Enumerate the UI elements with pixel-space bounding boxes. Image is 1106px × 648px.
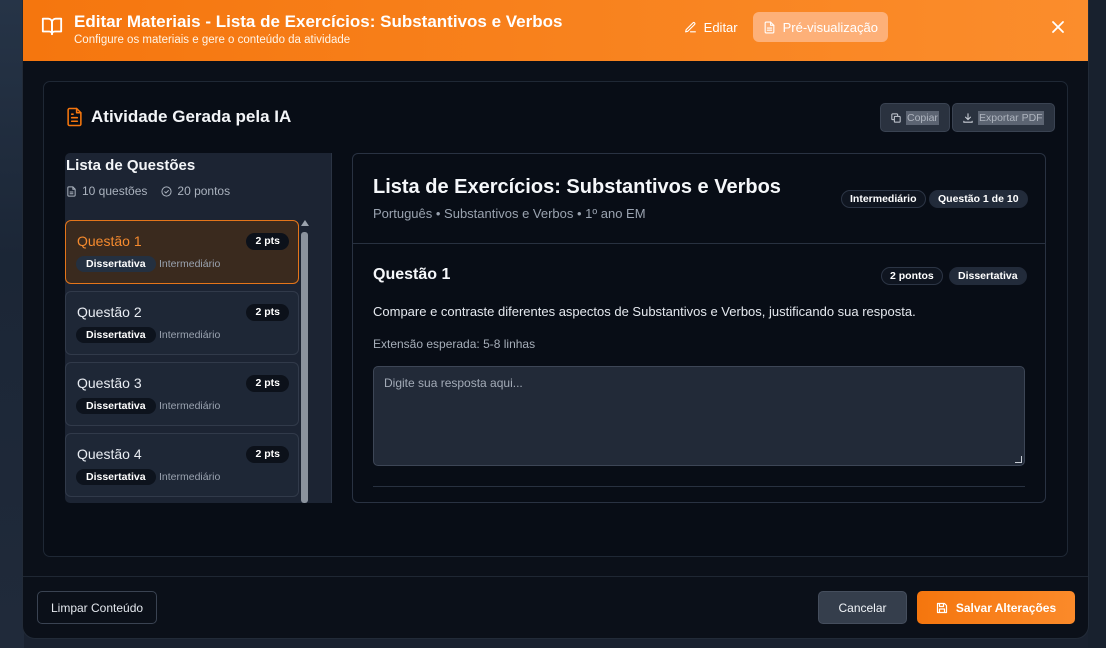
- edit-button-label: Editar: [703, 19, 738, 35]
- question-item[interactable]: Questão 1 2 pts Dissertativa Intermediár…: [65, 220, 299, 284]
- preview-button[interactable]: Pré-visualização: [752, 12, 888, 42]
- card-title: Atividade Gerada pela IA: [91, 107, 292, 126]
- export-pdf-button-label: Exportar PDF: [978, 110, 1044, 125]
- question-count: 10 questões: [82, 184, 148, 198]
- question-detail-panel: Lista de Exercícios: Substantivos e Verb…: [352, 153, 1046, 503]
- book-open-icon: [41, 17, 63, 35]
- question-items: Questão 1 2 pts Dissertativa Intermediár…: [65, 220, 299, 503]
- file-icon: [67, 185, 76, 197]
- pencil-icon: [684, 21, 696, 32]
- resize-handle-icon[interactable]: [1015, 456, 1022, 463]
- question-item-level: Intermediário: [159, 258, 221, 270]
- question-text: Compare e contraste diferentes aspectos …: [373, 304, 916, 319]
- download-icon: [963, 112, 973, 123]
- card-header: Atividade Gerada pela IA: [66, 107, 291, 127]
- panel-divider: [331, 153, 332, 503]
- edit-button[interactable]: Editar: [676, 12, 746, 42]
- modal-subtitle: Configure os materiais e gere o conteúdo…: [74, 33, 351, 46]
- level-badge: Intermediário: [841, 190, 926, 208]
- question-list-scrollbar[interactable]: [300, 220, 310, 503]
- activity-title: Lista de Exercícios: Substantivos e Verb…: [373, 176, 781, 198]
- file-text-icon: [764, 21, 774, 33]
- question-list-title: Lista de Questões: [66, 157, 196, 174]
- save-icon: [936, 602, 947, 613]
- copy-button[interactable]: Copiar: [880, 103, 950, 132]
- question-item-name: Questão 3: [77, 375, 142, 391]
- modal-header: Editar Materiais - Lista de Exercícios: …: [23, 0, 1088, 61]
- question-item-name: Questão 1: [77, 233, 142, 249]
- question-item-type: Dissertativa: [76, 398, 156, 414]
- question-points-badge: 2 pontos: [881, 267, 943, 285]
- detail-divider: [353, 243, 1045, 244]
- save-button-label: Salvar Alterações: [955, 600, 1057, 615]
- question-item-level: Intermediário: [159, 329, 221, 341]
- modal-title: Editar Materiais - Lista de Exercícios: …: [74, 11, 563, 31]
- cancel-button[interactable]: Cancelar: [818, 591, 907, 624]
- question-item-points: 2 pts: [246, 233, 289, 250]
- background-app-edge: [0, 0, 24, 648]
- question-list-summary: 10 questões 20 pontos: [66, 184, 244, 198]
- question-item-points: 2 pts: [246, 446, 289, 463]
- clear-content-button[interactable]: Limpar Conteúdo: [37, 591, 158, 624]
- question-item-level: Intermediário: [159, 471, 221, 483]
- copy-button-label: Copiar: [906, 110, 939, 125]
- question-item-type: Dissertativa: [76, 469, 156, 485]
- export-pdf-button[interactable]: Exportar PDF: [952, 103, 1055, 132]
- footer-divider: [23, 576, 1088, 577]
- question-item-type: Dissertativa: [76, 327, 156, 343]
- question-item-name: Questão 2: [77, 304, 142, 320]
- activity-subtitle: Português • Substantivos e Verbos • 1º a…: [373, 206, 646, 221]
- question-item[interactable]: Questão 4 2 pts Dissertativa Intermediár…: [65, 433, 299, 497]
- question-divider: [373, 486, 1025, 487]
- copy-icon: [891, 112, 901, 123]
- question-progress-badge: Questão 1 de 10: [929, 190, 1028, 208]
- question-list-panel: Lista de Questões 10 questões 20 pontos: [65, 153, 332, 503]
- question-item-name: Questão 4: [77, 446, 142, 462]
- total-points: 20 pontos: [177, 184, 231, 198]
- generated-activity-card: Atividade Gerada pela IA Copiar Exportar…: [43, 81, 1068, 557]
- question-item-points: 2 pts: [246, 304, 289, 321]
- edit-materials-modal: Editar Materiais - Lista de Exercícios: …: [23, 0, 1088, 638]
- question-heading: Questão 1: [373, 266, 451, 283]
- background-app-edge-right: [1088, 0, 1106, 648]
- expected-length: Extensão esperada: 5-8 linhas: [373, 337, 536, 351]
- close-icon[interactable]: [1051, 20, 1065, 34]
- question-item-points: 2 pts: [246, 375, 289, 392]
- question-item[interactable]: Questão 3 2 pts Dissertativa Intermediár…: [65, 362, 299, 426]
- scrollbar-thumb[interactable]: [301, 232, 308, 503]
- question-type-badge: Dissertativa: [949, 267, 1027, 285]
- answer-textarea[interactable]: Digite sua resposta aqui...: [373, 366, 1025, 466]
- answer-placeholder: Digite sua resposta aqui...: [384, 376, 523, 390]
- scroll-up-arrow-icon[interactable]: [301, 220, 309, 226]
- document-icon: [67, 107, 82, 127]
- save-changes-button[interactable]: Salvar Alterações: [917, 591, 1075, 624]
- check-circle-icon: [161, 185, 172, 197]
- question-item-type: Dissertativa: [76, 256, 156, 272]
- preview-button-label: Pré-visualização: [782, 19, 878, 35]
- question-item-level: Intermediário: [159, 400, 221, 412]
- question-item[interactable]: Questão 2 2 pts Dissertativa Intermediár…: [65, 291, 299, 355]
